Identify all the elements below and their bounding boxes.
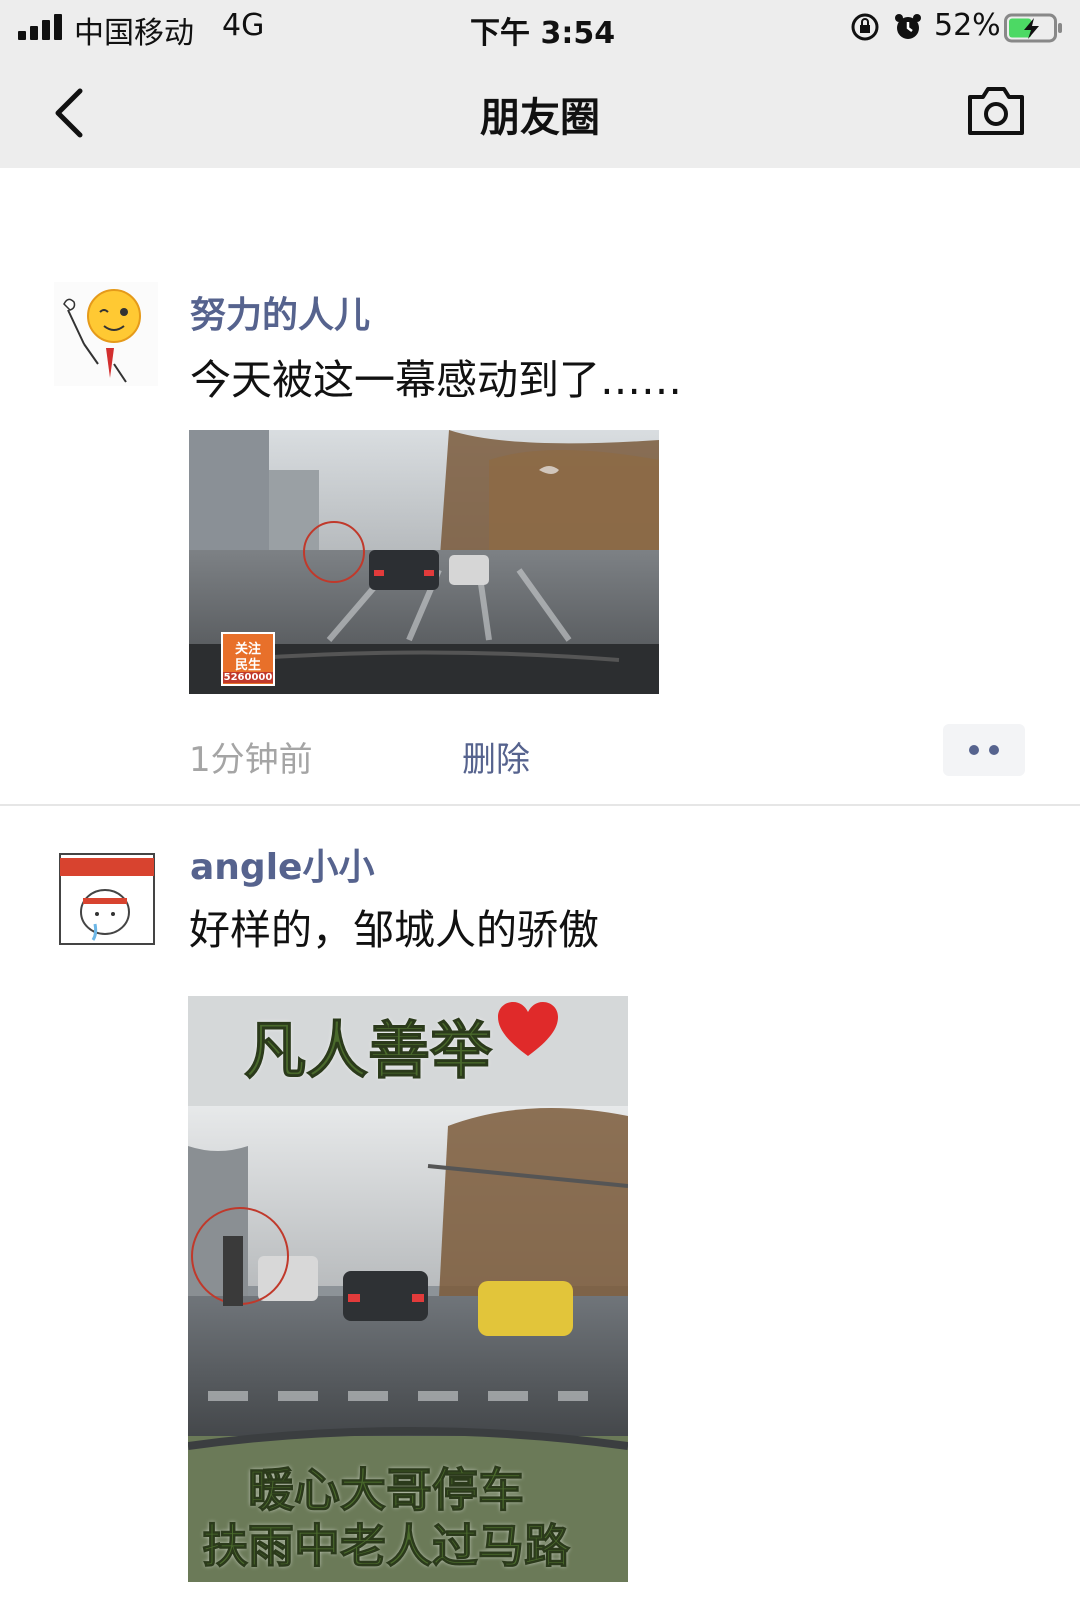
post-timestamp: 1分钟前: [189, 740, 313, 780]
avatar[interactable]: [57, 850, 157, 948]
heart-icon: [498, 1002, 558, 1056]
news-badge-phone: 5260000: [223, 672, 273, 683]
avatar[interactable]: [54, 282, 158, 386]
image-headline: 凡人善举: [243, 1014, 493, 1088]
post-image[interactable]: 关注 民生 5260000: [189, 430, 659, 694]
post-image[interactable]: 凡人善举 暖心大哥停车 扶雨中老人过马路: [188, 996, 628, 1582]
cartoon-avatar-icon: [57, 850, 157, 948]
post-text: 今天被这一幕感动到了……: [190, 356, 682, 404]
news-badge-line2: 民生: [234, 658, 261, 673]
feed-post: angle小小 好样的，邹城人的骄傲 凡人善举 暖心大哥停车 扶雨中老人过马路: [0, 806, 1080, 1606]
post-text: 好样的，邹城人的骄傲: [189, 906, 599, 954]
feed-post: 努力的人儿 今天被这一幕感动到了…… 关注 民生 5260000 1分钟前 删除: [0, 0, 1080, 806]
post-username[interactable]: angle小小: [190, 838, 374, 890]
smiley-avatar-icon: [54, 282, 158, 386]
delete-link[interactable]: 删除: [462, 732, 530, 781]
post-username[interactable]: 努力的人儿: [190, 286, 370, 338]
image-caption-line2: 扶雨中老人过马路: [202, 1519, 571, 1574]
more-options-button[interactable]: [943, 724, 1025, 776]
news-badge: 关注 民生 5260000: [221, 632, 275, 686]
